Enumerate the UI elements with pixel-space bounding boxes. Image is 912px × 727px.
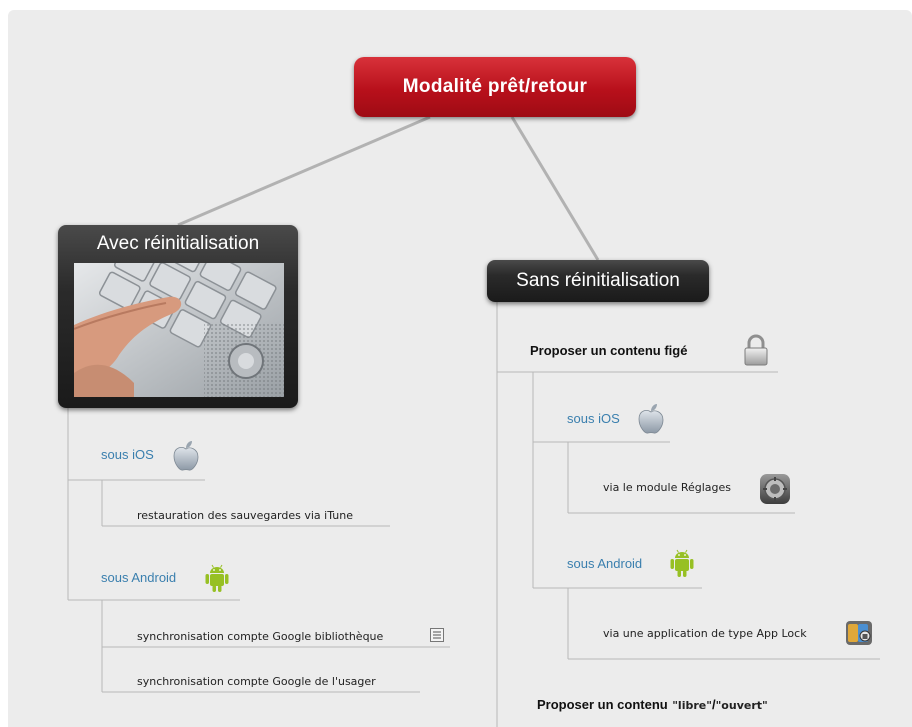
right-ios-child-label: via le module Réglages xyxy=(603,481,732,494)
open-content-label[interactable]: Proposer un contenu "libre"/"ouvert" xyxy=(537,696,768,714)
fixed-content-label[interactable]: Proposer un contenu figé xyxy=(530,343,687,358)
right-android-child-label: via une application de type App Lock xyxy=(603,627,807,640)
note-icon[interactable] xyxy=(430,628,444,647)
connector-root-left xyxy=(177,115,431,227)
left-android-child-2: synchronisation compte Google de l'usage… xyxy=(137,675,376,688)
open-content-prefix: Proposer un contenu xyxy=(537,697,668,712)
left-android-label[interactable]: sous Android xyxy=(101,570,176,585)
node-title: Sans réinitialisation xyxy=(516,270,680,291)
root-node[interactable]: Modalité prêt/retour xyxy=(354,57,636,117)
node-sans-reinitialisation[interactable]: Sans réinitialisation xyxy=(487,260,709,302)
left-android-child-1: synchronisation compte Google bibliothèq… xyxy=(137,630,384,643)
right-android-label[interactable]: sous Android xyxy=(567,556,642,571)
left-ios-child-label: restauration des sauvegardes via iTune xyxy=(137,509,353,522)
apple-icon xyxy=(637,403,665,440)
open-content-ouvert: "ouvert" xyxy=(715,699,768,712)
root-label: Modalité prêt/retour xyxy=(402,76,588,97)
keyboard-photo xyxy=(74,263,284,397)
settings-icon xyxy=(759,473,791,510)
open-content-libre: "libre" xyxy=(672,699,712,712)
mind-map-canvas: Modalité prêt/retour Avec réinitialisati… xyxy=(0,0,912,727)
padlock-icon xyxy=(742,333,770,372)
left-ios-label[interactable]: sous iOS xyxy=(101,447,154,462)
node-avec-reinitialisation[interactable]: Avec réinitialisation xyxy=(58,225,298,408)
android-icon xyxy=(668,547,696,584)
right-ios-label[interactable]: sous iOS xyxy=(567,411,620,426)
node-title: Avec réinitialisation xyxy=(96,233,260,254)
app-lock-icon xyxy=(845,618,875,653)
apple-icon xyxy=(172,440,200,477)
connector-root-right xyxy=(510,116,600,261)
android-icon xyxy=(203,562,231,599)
